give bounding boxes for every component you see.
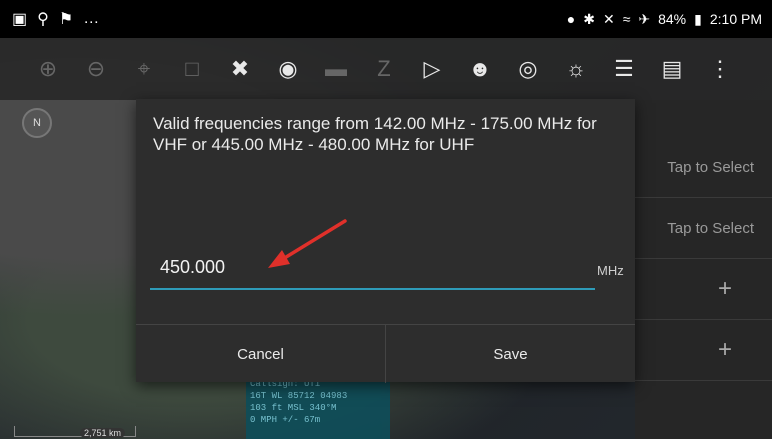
add-row-2[interactable]: + (635, 320, 772, 381)
radio-settings-panel: Tap to Select Tap to Select + + (635, 100, 772, 439)
map-icon[interactable]: ▤ (654, 51, 690, 87)
frequency-input[interactable] (152, 254, 600, 280)
globe-add-icon[interactable]: ☼ (558, 51, 594, 87)
route-icon[interactable]: Z (366, 51, 402, 87)
add-marker-icon[interactable]: ◎ (510, 51, 546, 87)
annotation-arrow-icon (268, 219, 347, 268)
zoom-out-icon[interactable]: ⊖ (78, 51, 114, 87)
close-x-icon[interactable]: ✖ (222, 51, 258, 87)
compass-label: N (33, 117, 41, 129)
zoom-in-icon[interactable]: ⊕ (30, 51, 66, 87)
video-icon[interactable]: ▷ (414, 51, 450, 87)
frequency-range-message: Valid frequencies range from 142.00 MHz … (153, 114, 597, 154)
map-toolbar: ⊕ ⊖ ⌖ □ ✖ ◉ ▬ Z ▷ ☻ ◎ ☼ ☰ ▤ ⋮ (0, 38, 772, 100)
clock: 2:10 PM (709, 11, 762, 27)
select-row-1[interactable]: Tap to Select (635, 137, 772, 198)
tap-to-select-1: Tap to Select (667, 158, 754, 176)
mute-icon: ✕ (602, 10, 615, 27)
grid-coordinates: 16T WL 85712 04983 (250, 391, 348, 401)
airplane-icon: ✈ (638, 10, 651, 27)
add-icon: + (717, 275, 732, 302)
frequency-dialog: Valid frequencies range from 142.00 MHz … (136, 99, 635, 383)
lock-icon[interactable]: □ (174, 51, 210, 87)
add-icon: + (717, 336, 732, 363)
image-icon: ▣ (12, 11, 28, 28)
wifi-icon: ≈ (622, 11, 631, 27)
crosshair-icon[interactable]: ⌖ (126, 51, 162, 87)
battery-level: 84% (658, 11, 687, 27)
input-underline (150, 288, 595, 290)
select-row-2[interactable]: Tap to Select (635, 198, 772, 259)
map-scale-label: 2,751 km (80, 428, 126, 438)
compass-icon[interactable]: N (22, 108, 52, 138)
signal-person-icon: ⚲ (37, 11, 49, 28)
cancel-button[interactable]: Cancel (136, 325, 386, 383)
altitude-heading: 103 ft MSL 340°M (250, 403, 337, 413)
flag-icon: ⚑ (58, 11, 74, 28)
overflow-menu-icon[interactable]: ⋮ (702, 51, 738, 87)
speed-accuracy: 0 MPH +/- 67m (250, 415, 321, 425)
status-bar: ▣ ⚲ ⚑ … ● ✱ ✕ ≈ ✈ 84% ▮ 2:10 PM (0, 0, 772, 38)
layers-icon[interactable]: ☰ (606, 51, 642, 87)
ruler-icon[interactable]: ▬ (318, 51, 354, 87)
battery-icon: ▮ (694, 10, 702, 27)
bluetooth-icon: ✱ (583, 10, 595, 27)
tap-to-select-2: Tap to Select (667, 219, 754, 237)
helmet-icon[interactable]: ◉ (270, 51, 306, 87)
dialog-button-bar: Cancel Save (136, 324, 635, 383)
location-icon: ● (566, 11, 576, 27)
save-button[interactable]: Save (386, 325, 635, 383)
frequency-unit: MHz (597, 263, 624, 278)
group-icon[interactable]: ☻ (462, 51, 498, 87)
more-icon: … (83, 10, 100, 27)
position-info-overlay: Callsign: UT1 16T WL 85712 04983 103 ft … (246, 375, 390, 439)
add-row-1[interactable]: + (635, 259, 772, 320)
